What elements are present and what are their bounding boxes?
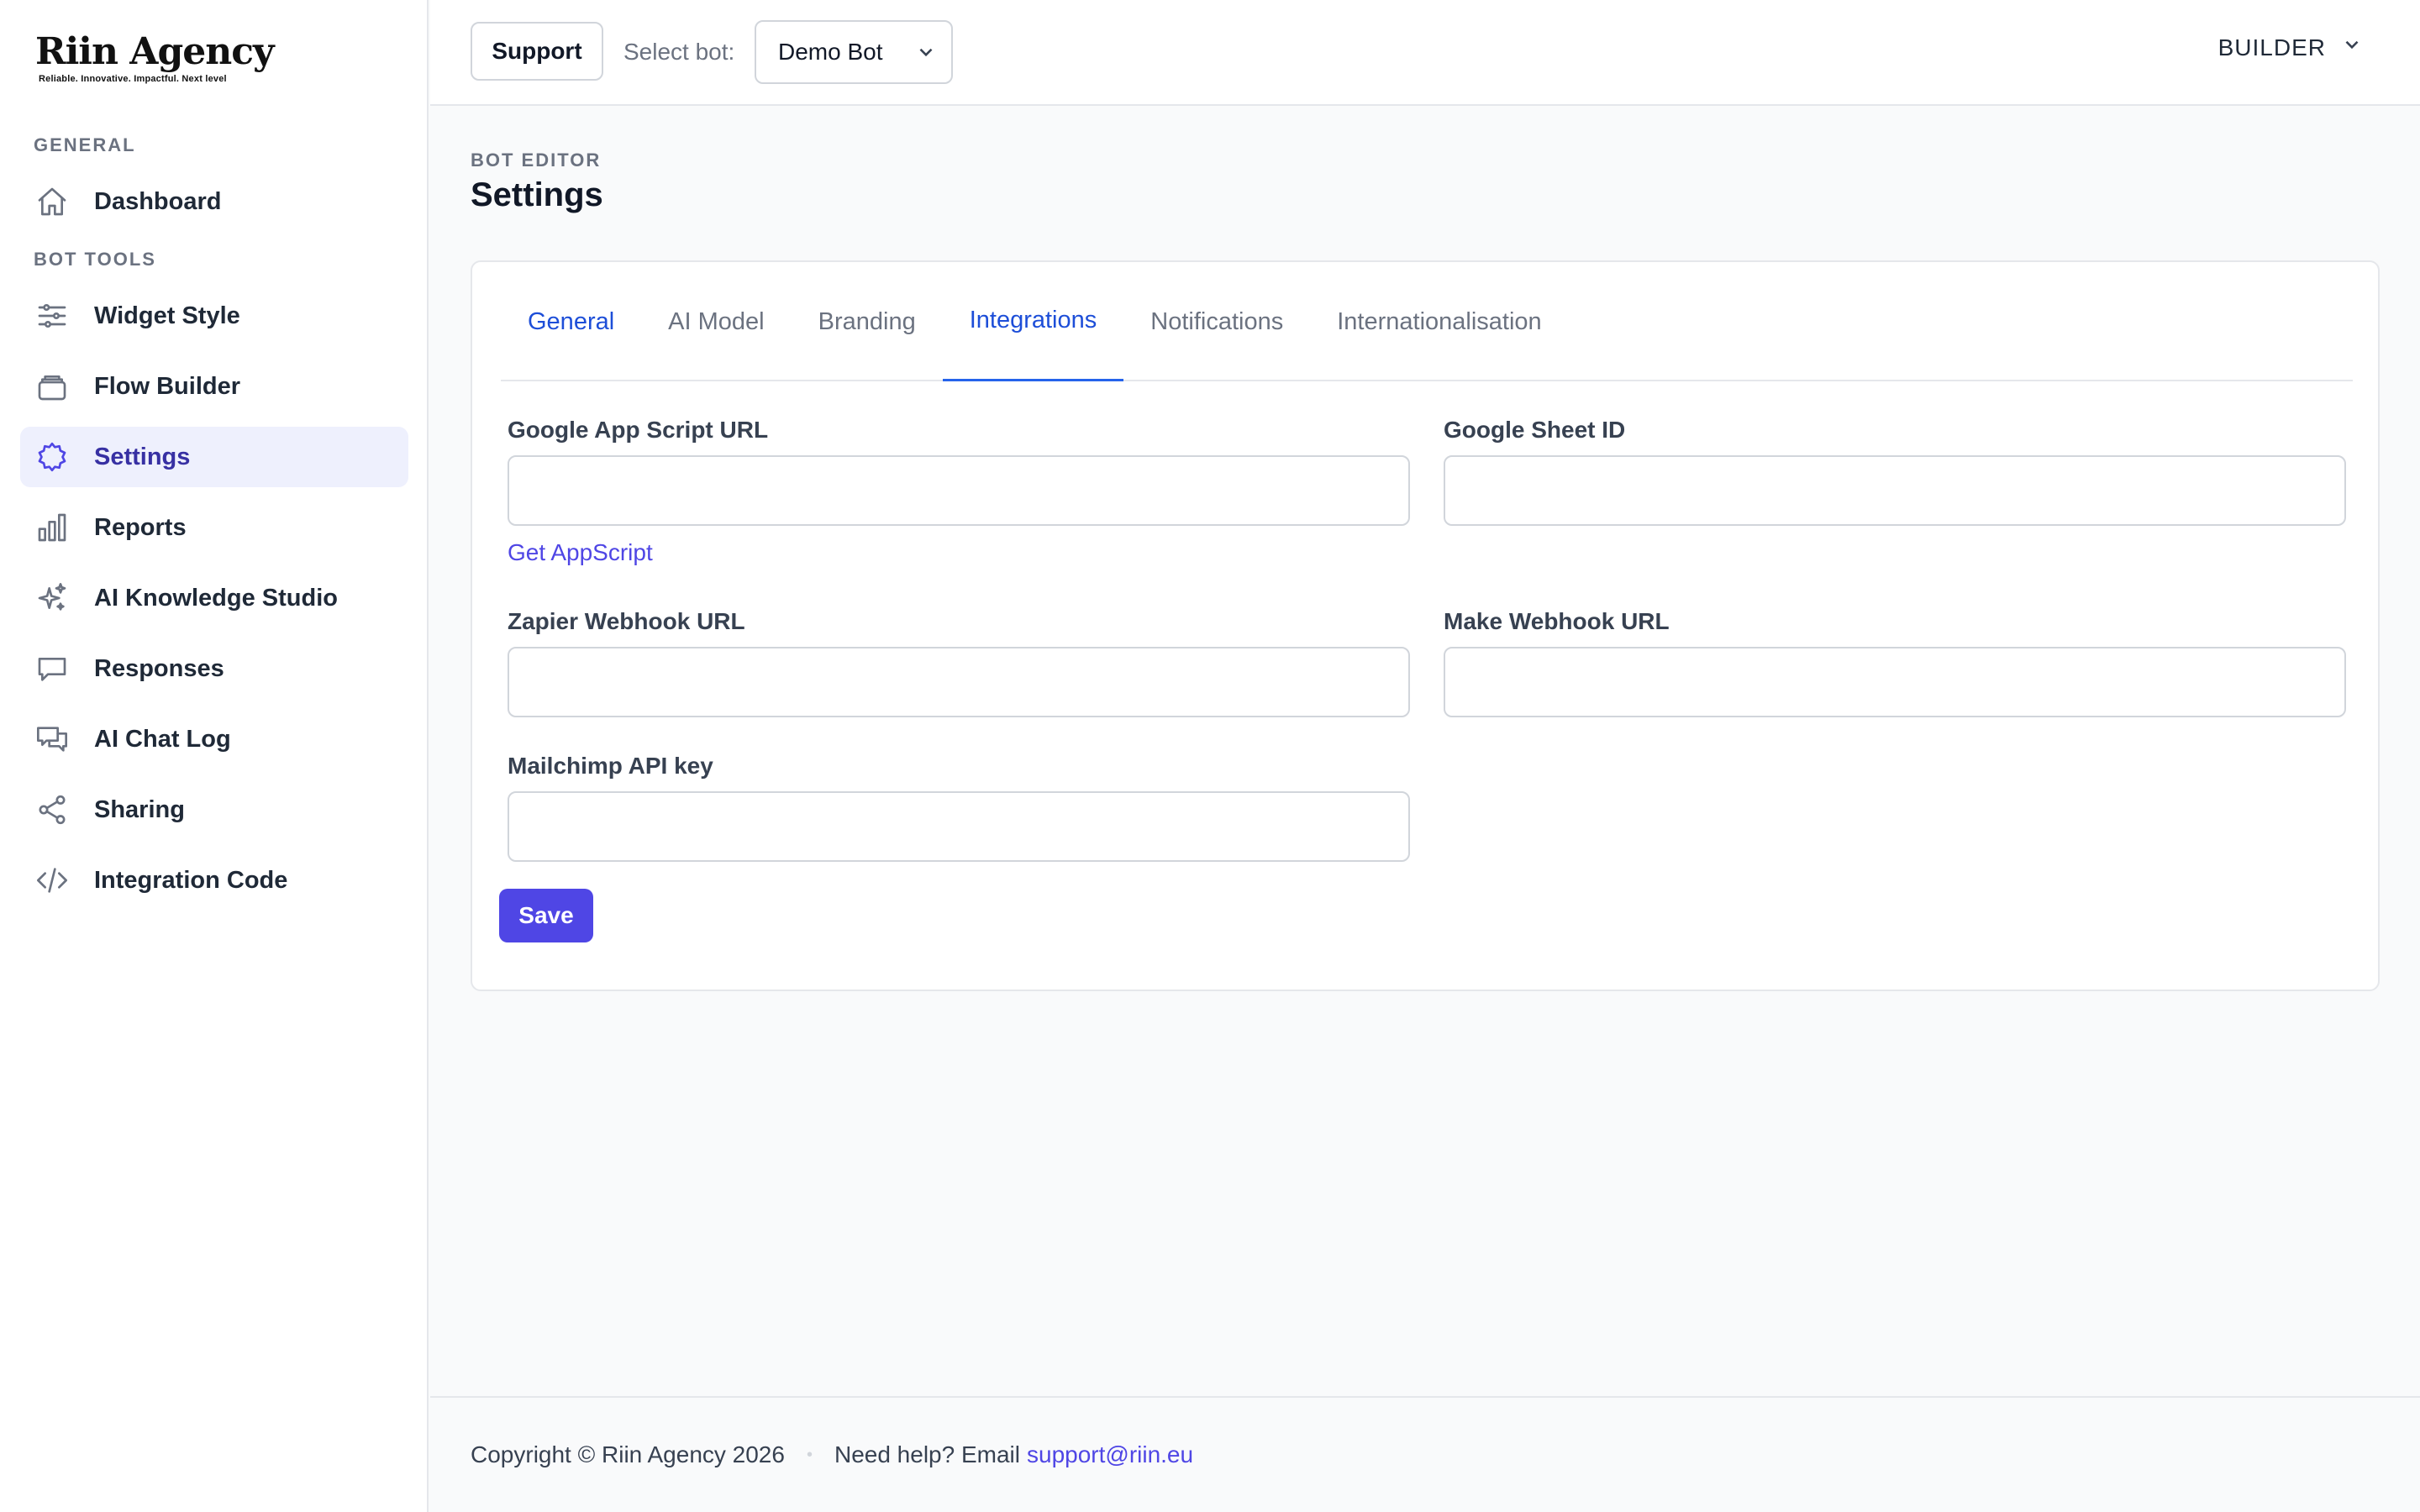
tab-branding[interactable]: Branding [792,262,943,381]
sidebar: Riin Agency Reliable. Innovative. Impact… [0,0,429,1512]
chat-bubble-icon [20,638,94,699]
bot-select-dropdown[interactable]: Demo Bot [755,20,953,84]
google-sheet-id-label: Google Sheet ID [1444,417,1626,443]
sidebar-item-integration-code[interactable]: Integration Code [20,850,408,911]
save-button[interactable]: Save [499,889,593,942]
sidebar-item-dashboard[interactable]: Dashboard [20,171,408,232]
tab-notifications[interactable]: Notifications [1123,262,1310,381]
help-text: Need help? Email [834,1441,1020,1467]
google-app-script-url-input[interactable] [508,455,1410,526]
footer: Copyright © Riin Agency 2026 • Need help… [430,1396,2420,1512]
support-button[interactable]: Support [471,22,603,81]
sidebar-item-label: Responses [94,654,224,682]
support-email-link[interactable]: support@riin.eu [1027,1441,1193,1468]
sidebar-item-label: AI Chat Log [94,725,231,753]
chat-bubbles-icon [20,709,94,769]
bar-chart-icon [20,497,94,558]
settings-tabs: General AI Model Branding Integrations N… [501,262,2353,381]
make-webhook-url-label: Make Webhook URL [1444,608,1670,634]
get-appscript-link[interactable]: Get AppScript [508,539,653,566]
page-title: Settings [471,176,603,213]
tab-internationalisation[interactable]: Internationalisation [1310,262,1568,381]
footer-text: Copyright © Riin Agency 2026 • Need help… [471,1441,1193,1468]
gear-icon [20,427,94,487]
copyright-text: Copyright © Riin Agency 2026 [471,1441,785,1467]
top-header: Support Select bot: Demo Bot BUILDER [430,0,2420,106]
footer-separator: • [806,1445,813,1464]
sidebar-item-label: Flow Builder [94,372,240,400]
sidebar-item-sharing[interactable]: Sharing [20,780,408,840]
section-label-general: GENERAL [34,134,136,155]
sidebar-item-label: Dashboard [94,187,222,215]
sidebar-item-ai-chat-log[interactable]: AI Chat Log [20,709,408,769]
brand-name: Riin Agency [35,30,275,73]
chevron-down-icon [2341,34,2363,61]
brand-logo[interactable]: Riin Agency Reliable. Innovative. Impact… [35,30,275,84]
zapier-webhook-url-input[interactable] [508,647,1410,717]
sidebar-item-label: Settings [94,443,191,470]
sidebar-item-settings[interactable]: Settings [20,427,408,487]
sidebar-item-label: Reports [94,513,187,541]
zapier-webhook-url-label: Zapier Webhook URL [508,608,745,634]
sidebar-item-responses[interactable]: Responses [20,638,408,699]
tab-integrations[interactable]: Integrations [942,262,1124,381]
sidebar-item-widget-style[interactable]: Widget Style [20,286,408,346]
sidebar-item-flow-builder[interactable]: Flow Builder [20,356,408,417]
google-sheet-id-input[interactable] [1444,455,2346,526]
selected-bot-value: Demo Bot [778,39,883,65]
google-app-script-url-label: Google App Script URL [508,417,769,443]
sidebar-item-ai-knowledge-studio[interactable]: AI Knowledge Studio [20,568,408,628]
builder-mode-label: BUILDER [2217,34,2326,60]
sidebar-item-reports[interactable]: Reports [20,497,408,558]
sidebar-item-label: Sharing [94,795,185,823]
sparkles-icon [20,568,94,628]
sidebar-item-label: Integration Code [94,866,288,894]
home-icon [20,171,94,232]
share-icon [20,780,94,840]
make-webhook-url-input[interactable] [1444,647,2346,717]
tab-ai-model[interactable]: AI Model [641,262,791,381]
mailchimp-api-key-label: Mailchimp API key [508,753,713,779]
settings-card: General AI Model Branding Integrations N… [471,260,2380,991]
sliders-icon [20,286,94,346]
sidebar-item-label: Widget Style [94,302,240,329]
code-icon [20,850,94,911]
section-label-bot-tools: BOT TOOLS [34,249,156,270]
page-eyebrow: BOT EDITOR [471,150,602,171]
brand-tagline: Reliable. Innovative. Impactful. Next le… [39,74,227,84]
chevron-down-icon [901,41,951,63]
sidebar-item-label: AI Knowledge Studio [94,584,338,612]
select-bot-label: Select bot: [623,39,735,65]
stack-icon [20,356,94,417]
mailchimp-api-key-input[interactable] [508,791,1410,862]
tab-general[interactable]: General [501,262,641,381]
builder-mode-menu[interactable]: BUILDER [2218,34,2363,61]
